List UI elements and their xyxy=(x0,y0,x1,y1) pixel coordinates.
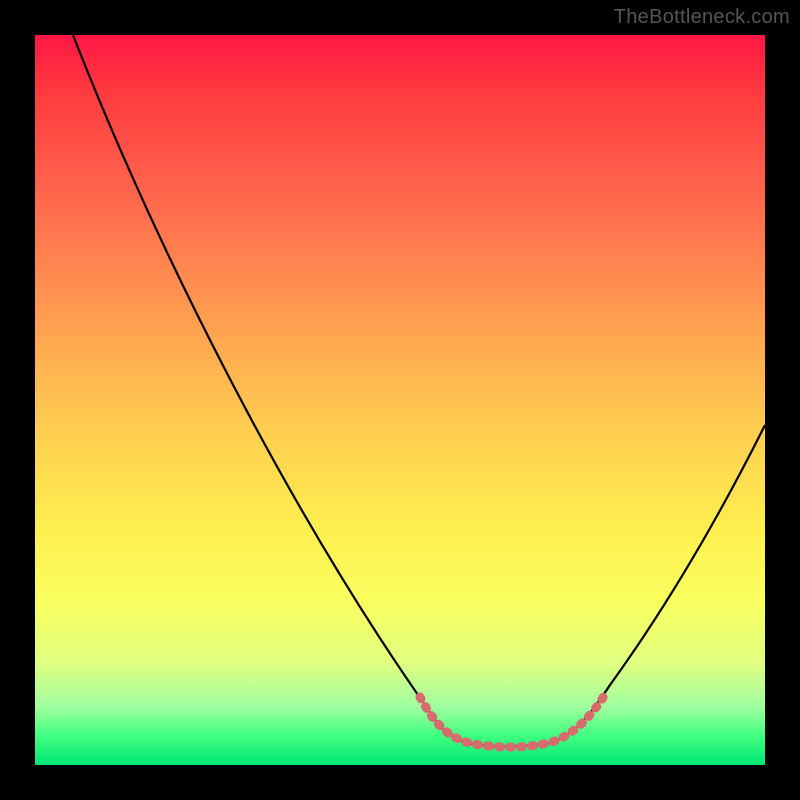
bottleneck-curve xyxy=(73,35,765,746)
sweet-spot-highlight xyxy=(420,691,607,747)
watermark-text: TheBottleneck.com xyxy=(614,6,790,29)
chart-svg xyxy=(35,35,765,765)
